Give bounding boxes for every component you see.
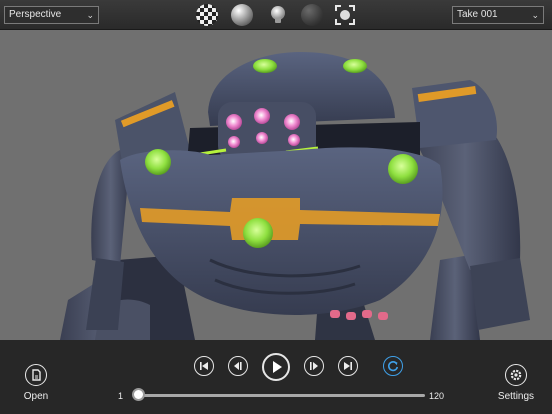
take-value: Take 001 [457, 9, 498, 20]
timeline-track[interactable] [135, 394, 425, 397]
step-forward-button[interactable] [304, 356, 324, 376]
dark-sphere-icon[interactable] [301, 4, 323, 26]
step-back-icon [234, 362, 242, 370]
dome-light-right [343, 59, 367, 73]
robot-model [60, 52, 530, 340]
focus-frame-icon[interactable] [334, 4, 356, 26]
take-dropdown[interactable]: Take 001 ⌄ [452, 6, 544, 24]
settings-label: Settings [497, 391, 535, 402]
material-sphere-icon[interactable] [231, 4, 253, 26]
end-frame-label: 120 [429, 391, 445, 401]
settings-button[interactable]: Settings [490, 364, 542, 402]
dome-light-left [253, 59, 277, 73]
chest-light [243, 218, 273, 248]
chevron-down-icon: ⌄ [531, 10, 539, 20]
loop-button[interactable] [383, 356, 403, 376]
right-shoulder-light [388, 154, 418, 184]
left-forearm [86, 258, 124, 330]
light-bulb-icon[interactable] [267, 4, 289, 26]
open-button[interactable]: Open [10, 364, 62, 402]
right-forearm [470, 258, 530, 330]
play-button[interactable] [262, 353, 290, 381]
playback-bar: Open 1 120 Settings [0, 340, 552, 414]
skip-end-icon [344, 362, 352, 370]
timeline-thumb[interactable] [132, 388, 145, 401]
skip-end-button[interactable] [338, 356, 358, 376]
model-viewer-app: Perspective ⌄ Take 001 ⌄ Open 1 120 Sett… [0, 0, 552, 414]
skip-start-button[interactable] [194, 356, 214, 376]
step-forward-icon [310, 362, 318, 370]
view-mode-dropdown[interactable]: Perspective ⌄ [4, 6, 99, 24]
top-toolbar: Perspective ⌄ Take 001 ⌄ [0, 0, 552, 30]
skip-start-icon [200, 362, 208, 370]
open-label: Open [23, 391, 49, 402]
gear-icon [505, 364, 527, 386]
play-icon [273, 361, 282, 373]
view-mode-value: Perspective [9, 9, 62, 20]
start-frame-label: 1 [118, 391, 124, 401]
loop-icon [388, 361, 399, 372]
step-back-button[interactable] [228, 356, 248, 376]
left-shoulder-light [145, 149, 171, 175]
chevron-down-icon: ⌄ [86, 10, 94, 20]
checkerboard-icon[interactable] [196, 4, 218, 26]
file-icon [25, 364, 47, 386]
3d-viewport[interactable] [0, 30, 552, 340]
